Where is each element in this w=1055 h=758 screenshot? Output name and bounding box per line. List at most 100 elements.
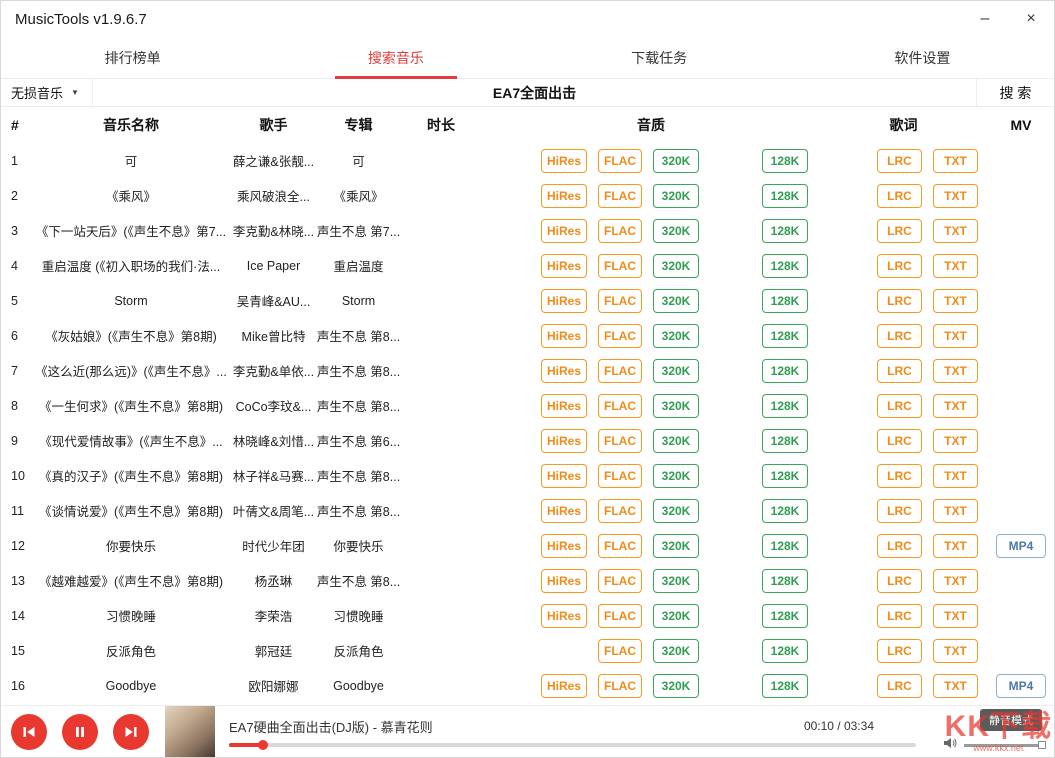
previous-track-button[interactable] [11, 714, 47, 750]
txt-button[interactable]: TXT [933, 464, 978, 488]
table-row[interactable]: 7《这么近(那么远)》(《声生不息》...李克勤&单依...声生不息 第8...… [1, 353, 1054, 388]
mp4-button[interactable]: MP4 [996, 534, 1046, 558]
search-button[interactable]: 搜 索 [976, 79, 1054, 106]
table-row[interactable]: 9《现代爱情故事》(《声生不息》...林晓峰&刘惜...声生不息 第6...Hi… [1, 423, 1054, 458]
hires-button[interactable]: HiRes [541, 289, 587, 313]
lrc-button[interactable]: LRC [877, 184, 922, 208]
320k-button[interactable]: 320K [653, 499, 699, 523]
lrc-button[interactable]: LRC [877, 254, 922, 278]
128k-button[interactable]: 128K [762, 324, 808, 348]
tab-search-music[interactable]: 搜索音乐 [264, 37, 527, 78]
txt-button[interactable]: TXT [933, 674, 978, 698]
txt-button[interactable]: TXT [933, 359, 978, 383]
320k-button[interactable]: 320K [653, 254, 699, 278]
hires-button[interactable]: HiRes [541, 149, 587, 173]
progress-handle[interactable] [258, 740, 268, 750]
lrc-button[interactable]: LRC [877, 429, 922, 453]
128k-button[interactable]: 128K [762, 534, 808, 558]
flac-button[interactable]: FLAC [598, 324, 642, 348]
txt-button[interactable]: TXT [933, 184, 978, 208]
music-type-dropdown[interactable]: 无损音乐 ▼ [1, 79, 93, 106]
tab-download-tasks[interactable]: 下载任务 [528, 37, 791, 78]
320k-button[interactable]: 320K [653, 569, 699, 593]
128k-button[interactable]: 128K [762, 219, 808, 243]
txt-button[interactable]: TXT [933, 394, 978, 418]
txt-button[interactable]: TXT [933, 604, 978, 628]
hires-button[interactable]: HiRes [541, 324, 587, 348]
hires-button[interactable]: HiRes [541, 184, 587, 208]
hires-button[interactable]: HiRes [541, 674, 587, 698]
table-row[interactable]: 3《下一站天后》(《声生不息》第7...李克勤&林晓...声生不息 第7...H… [1, 213, 1054, 248]
search-input[interactable] [93, 79, 976, 106]
320k-button[interactable]: 320K [653, 149, 699, 173]
table-row[interactable]: 13《越难越爱》(《声生不息》第8期)杨丞琳声生不息 第8...HiResFLA… [1, 563, 1054, 598]
320k-button[interactable]: 320K [653, 429, 699, 453]
lrc-button[interactable]: LRC [877, 499, 922, 523]
flac-button[interactable]: FLAC [598, 639, 642, 663]
txt-button[interactable]: TXT [933, 499, 978, 523]
lrc-button[interactable]: LRC [877, 289, 922, 313]
flac-button[interactable]: FLAC [598, 359, 642, 383]
128k-button[interactable]: 128K [762, 254, 808, 278]
txt-button[interactable]: TXT [933, 534, 978, 558]
lrc-button[interactable]: LRC [877, 359, 922, 383]
txt-button[interactable]: TXT [933, 429, 978, 453]
flac-button[interactable]: FLAC [598, 289, 642, 313]
128k-button[interactable]: 128K [762, 639, 808, 663]
hires-button[interactable]: HiRes [541, 604, 587, 628]
hires-button[interactable]: HiRes [541, 394, 587, 418]
lrc-button[interactable]: LRC [877, 639, 922, 663]
flac-button[interactable]: FLAC [598, 534, 642, 558]
tab-settings[interactable]: 软件设置 [791, 37, 1054, 78]
table-row[interactable]: 12你要快乐时代少年团你要快乐HiResFLAC320K128KLRCTXTMP… [1, 528, 1054, 563]
txt-button[interactable]: TXT [933, 254, 978, 278]
320k-button[interactable]: 320K [653, 639, 699, 663]
hires-button[interactable]: HiRes [541, 499, 587, 523]
txt-button[interactable]: TXT [933, 219, 978, 243]
hires-button[interactable]: HiRes [541, 359, 587, 383]
mute-mode-badge[interactable]: 静音模式 [980, 709, 1042, 731]
table-row[interactable]: 6《灰姑娘》(《声生不息》第8期)Mike曾比特声生不息 第8...HiResF… [1, 318, 1054, 353]
lrc-button[interactable]: LRC [877, 464, 922, 488]
128k-button[interactable]: 128K [762, 499, 808, 523]
txt-button[interactable]: TXT [933, 569, 978, 593]
lrc-button[interactable]: LRC [877, 149, 922, 173]
128k-button[interactable]: 128K [762, 674, 808, 698]
table-row[interactable]: 16Goodbye欧阳娜娜GoodbyeHiResFLAC320K128KLRC… [1, 668, 1054, 703]
hires-button[interactable]: HiRes [541, 569, 587, 593]
128k-button[interactable]: 128K [762, 464, 808, 488]
320k-button[interactable]: 320K [653, 604, 699, 628]
320k-button[interactable]: 320K [653, 219, 699, 243]
320k-button[interactable]: 320K [653, 674, 699, 698]
speaker-icon[interactable] [944, 736, 958, 754]
lrc-button[interactable]: LRC [877, 534, 922, 558]
lrc-button[interactable]: LRC [877, 674, 922, 698]
flac-button[interactable]: FLAC [598, 674, 642, 698]
flac-button[interactable]: FLAC [598, 149, 642, 173]
hires-button[interactable]: HiRes [541, 464, 587, 488]
volume-slider[interactable] [964, 744, 1042, 747]
128k-button[interactable]: 128K [762, 184, 808, 208]
txt-button[interactable]: TXT [933, 289, 978, 313]
320k-button[interactable]: 320K [653, 464, 699, 488]
128k-button[interactable]: 128K [762, 604, 808, 628]
close-button[interactable]: × [1008, 1, 1054, 37]
flac-button[interactable]: FLAC [598, 184, 642, 208]
128k-button[interactable]: 128K [762, 149, 808, 173]
flac-button[interactable]: FLAC [598, 499, 642, 523]
table-row[interactable]: 5Storm吴青峰&AU...StormHiResFLAC320K128KLRC… [1, 283, 1054, 318]
320k-button[interactable]: 320K [653, 289, 699, 313]
128k-button[interactable]: 128K [762, 569, 808, 593]
table-row[interactable]: 1可薛之谦&张靓...可HiResFLAC320K128KLRCTXT [1, 143, 1054, 178]
progress-bar[interactable] [229, 743, 916, 747]
320k-button[interactable]: 320K [653, 534, 699, 558]
flac-button[interactable]: FLAC [598, 254, 642, 278]
320k-button[interactable]: 320K [653, 184, 699, 208]
txt-button[interactable]: TXT [933, 149, 978, 173]
pause-button[interactable] [62, 714, 98, 750]
128k-button[interactable]: 128K [762, 289, 808, 313]
flac-button[interactable]: FLAC [598, 569, 642, 593]
next-track-button[interactable] [113, 714, 149, 750]
table-row[interactable]: 2《乘风》乘风破浪全...《乘风》HiResFLAC320K128KLRCTXT [1, 178, 1054, 213]
table-row[interactable]: 11《谈情说爱》(《声生不息》第8期)叶蒨文&周笔...声生不息 第8...Hi… [1, 493, 1054, 528]
